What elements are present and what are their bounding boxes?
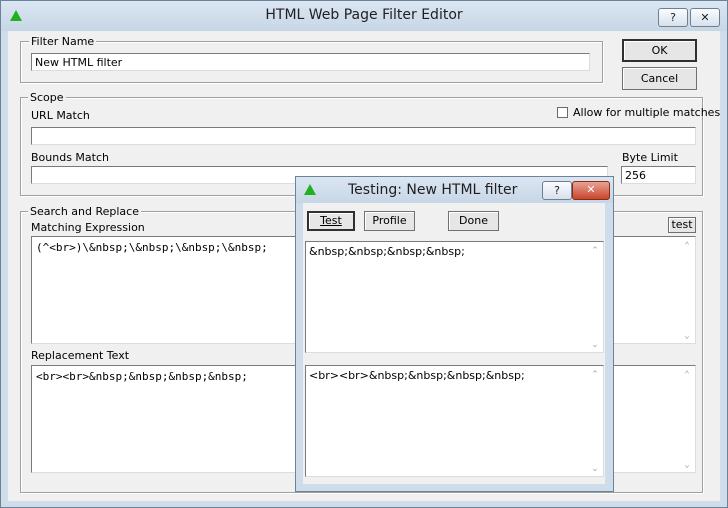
test-output-text: <br><br>&nbsp;&nbsp;&nbsp;&nbsp;	[309, 369, 525, 382]
matching-expression-text: (^<br>)\&nbsp;\&nbsp;\&nbsp;\&nbsp;	[36, 241, 268, 254]
window-title: HTML Web Page Filter Editor	[265, 7, 463, 23]
bounds-match-label: Bounds Match	[31, 151, 109, 164]
scroll-down-arrow-icon[interactable]: ⌄	[587, 340, 603, 350]
help-button[interactable]: ?	[658, 8, 688, 27]
testing-dialog-title: Testing: New HTML filter	[348, 182, 518, 198]
test-output-textarea[interactable]: <br><br>&nbsp;&nbsp;&nbsp;&nbsp; ⌃ ⌄	[305, 365, 604, 477]
test-output-scrollbar[interactable]: ⌃ ⌄	[587, 366, 603, 476]
test-input-textarea[interactable]: &nbsp;&nbsp;&nbsp;&nbsp; ⌃ ⌄	[305, 241, 604, 353]
test-button[interactable]: Test	[307, 211, 355, 231]
done-button[interactable]: Done	[448, 211, 499, 231]
title-bar[interactable]: HTML Web Page Filter Editor ? ✕	[1, 1, 727, 31]
scroll-up-arrow-icon[interactable]: ⌃	[679, 241, 695, 251]
testing-close-button[interactable]: ✕	[572, 181, 610, 200]
replacement-text-label: Replacement Text	[31, 349, 130, 362]
allow-multiple-label: Allow for multiple matches	[573, 106, 721, 119]
url-match-label: URL Match	[31, 109, 90, 122]
filter-name-input[interactable]: New HTML filter	[31, 53, 590, 71]
filter-name-group-label: Filter Name	[29, 35, 97, 48]
test-small-button[interactable]: test	[668, 217, 696, 233]
testing-dialog: Testing: New HTML filter ? ✕ Test Profil…	[295, 176, 614, 492]
test-input-text: &nbsp;&nbsp;&nbsp;&nbsp;	[309, 245, 465, 258]
scroll-up-arrow-icon[interactable]: ⌃	[587, 246, 603, 256]
close-button[interactable]: ✕	[690, 8, 720, 27]
scroll-up-arrow-icon[interactable]: ⌃	[587, 370, 603, 380]
scroll-down-arrow-icon[interactable]: ⌄	[679, 331, 695, 341]
testing-help-button[interactable]: ?	[542, 181, 572, 200]
matching-expression-label: Matching Expression	[31, 221, 145, 234]
search-replace-group-label: Search and Replace	[28, 205, 141, 218]
scroll-down-arrow-icon[interactable]: ⌄	[587, 464, 603, 474]
byte-limit-input[interactable]: 256	[621, 166, 696, 184]
test-input-scrollbar[interactable]: ⌃ ⌄	[587, 242, 603, 352]
cancel-button[interactable]: Cancel	[622, 67, 697, 90]
scroll-down-arrow-icon[interactable]: ⌄	[679, 460, 695, 470]
scroll-up-arrow-icon[interactable]: ⌃	[679, 370, 695, 380]
scope-group-label: Scope	[28, 91, 66, 104]
ok-button[interactable]: OK	[622, 39, 697, 62]
url-match-input[interactable]	[31, 127, 696, 145]
matching-scrollbar[interactable]: ⌃ ⌄	[679, 237, 695, 343]
testing-dialog-client: Test Profile Done &nbsp;&nbsp;&nbsp;&nbs…	[303, 203, 605, 484]
byte-limit-label: Byte Limit	[622, 151, 678, 164]
replacement-scrollbar[interactable]: ⌃ ⌄	[679, 366, 695, 472]
app-icon	[304, 184, 316, 195]
allow-multiple-checkbox[interactable]	[557, 107, 568, 118]
replacement-text-text: <br><br>&nbsp;&nbsp;&nbsp;&nbsp;	[36, 370, 248, 383]
profile-button[interactable]: Profile	[364, 211, 415, 231]
testing-dialog-title-bar[interactable]: Testing: New HTML filter ? ✕	[296, 177, 613, 203]
